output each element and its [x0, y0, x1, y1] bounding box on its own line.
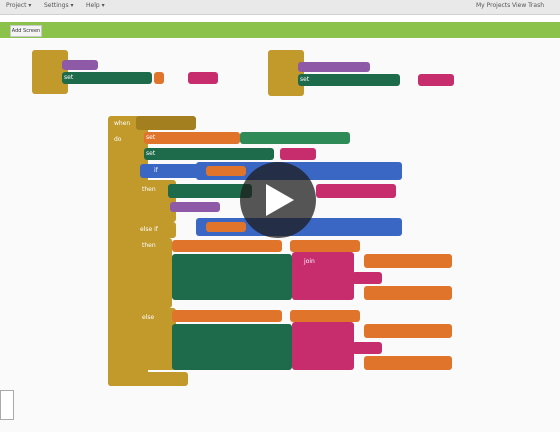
- text-string-block[interactable]: [188, 72, 218, 84]
- connector-block: [154, 72, 164, 84]
- get-global-block[interactable]: [290, 310, 360, 322]
- then-block[interactable]: then: [136, 238, 172, 308]
- if-block[interactable]: if: [140, 164, 202, 178]
- component-getter[interactable]: [240, 132, 350, 144]
- join-block[interactable]: [292, 322, 354, 370]
- set-text-block[interactable]: [172, 324, 292, 370]
- get-global-block[interactable]: [290, 240, 360, 252]
- text-string-block[interactable]: [352, 272, 382, 284]
- set-text-block[interactable]: set: [144, 148, 274, 160]
- text-string-block[interactable]: [418, 74, 454, 86]
- set-text-block[interactable]: set: [298, 74, 400, 86]
- get-global-block[interactable]: [206, 166, 246, 176]
- get-global-block[interactable]: [364, 254, 452, 268]
- add-screen-button[interactable]: Add Screen: [10, 25, 42, 37]
- set-global-block[interactable]: set: [144, 132, 240, 144]
- view-trash-link[interactable]: View Trash: [512, 2, 544, 9]
- event-block[interactable]: [268, 50, 304, 96]
- set-text-block[interactable]: set: [62, 72, 152, 84]
- text-string-block[interactable]: [316, 184, 396, 198]
- menu-project[interactable]: Project ▾: [6, 2, 31, 9]
- menu-help[interactable]: Help ▾: [86, 2, 105, 9]
- get-global-block[interactable]: [206, 222, 246, 232]
- event-header[interactable]: [136, 116, 196, 130]
- else-if-block[interactable]: else if: [136, 222, 176, 238]
- component-block[interactable]: [298, 62, 370, 72]
- join-block[interactable]: join: [292, 252, 354, 300]
- component-block[interactable]: [170, 202, 220, 212]
- menu-bar: Project ▾ Settings ▾ Help ▾ My Projects …: [0, 0, 560, 15]
- text-string-block[interactable]: [352, 342, 382, 354]
- my-projects-link[interactable]: My Projects: [476, 2, 510, 9]
- get-global-block[interactable]: [364, 324, 452, 338]
- set-global-block[interactable]: [172, 310, 282, 322]
- event-block-footer: [108, 372, 188, 386]
- toolbar: [0, 22, 560, 38]
- play-button[interactable]: [240, 162, 316, 238]
- play-icon: [266, 184, 294, 216]
- get-global-block[interactable]: [364, 286, 452, 300]
- text-string-block[interactable]: [280, 148, 316, 160]
- else-block[interactable]: else: [136, 308, 176, 370]
- set-global-block[interactable]: [172, 240, 282, 252]
- menu-settings[interactable]: Settings ▾: [44, 2, 74, 9]
- get-global-block[interactable]: [364, 356, 452, 370]
- component-block[interactable]: [62, 60, 98, 70]
- trash-icon[interactable]: [0, 390, 14, 420]
- set-text-block[interactable]: [172, 254, 292, 300]
